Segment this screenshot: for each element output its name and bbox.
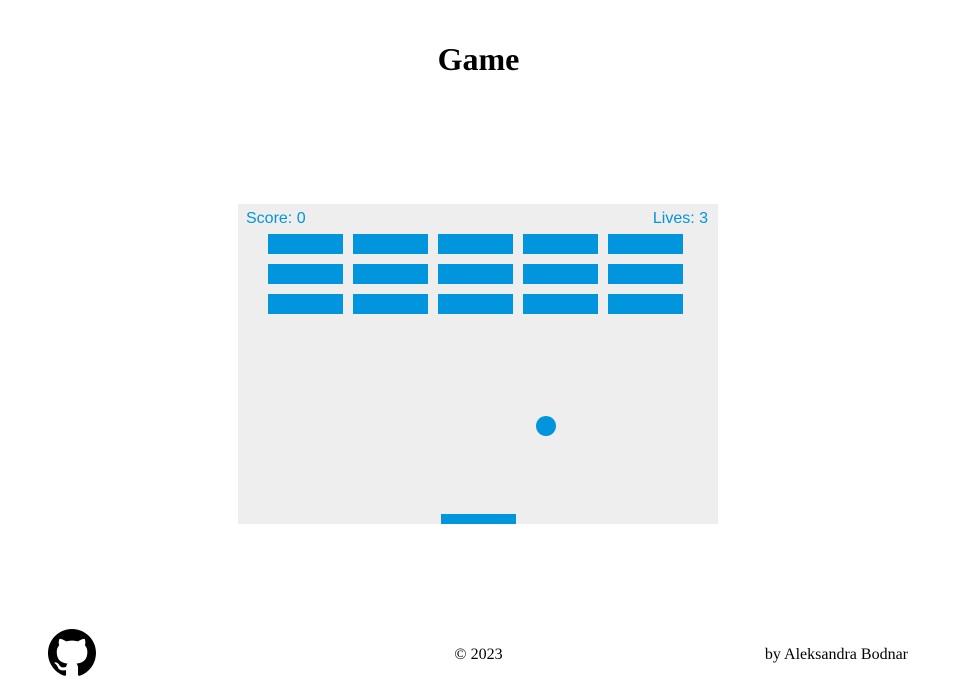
brick bbox=[608, 264, 683, 284]
brick bbox=[608, 294, 683, 314]
brick bbox=[523, 264, 598, 284]
brick bbox=[523, 234, 598, 254]
game-canvas[interactable]: Score: 0 Lives: 3 bbox=[238, 204, 718, 524]
paddle[interactable] bbox=[441, 514, 516, 524]
brick bbox=[438, 264, 513, 284]
brick bbox=[438, 294, 513, 314]
brick bbox=[523, 294, 598, 314]
brick bbox=[608, 234, 683, 254]
brick bbox=[353, 234, 428, 254]
page: Game Score: 0 Lives: 3 © 2023 by Aleksan… bbox=[0, 0, 957, 699]
brick bbox=[353, 294, 428, 314]
score-display: Score: 0 bbox=[246, 210, 306, 227]
brick bbox=[268, 234, 343, 254]
brick bbox=[353, 264, 428, 284]
page-title: Game bbox=[437, 41, 520, 77]
lives-display: Lives: 3 bbox=[652, 210, 708, 227]
brick bbox=[438, 234, 513, 254]
ball bbox=[536, 416, 556, 436]
brick bbox=[268, 294, 343, 314]
brick bbox=[268, 264, 343, 284]
author-credit: by Aleksandra Bodnar bbox=[764, 646, 908, 663]
